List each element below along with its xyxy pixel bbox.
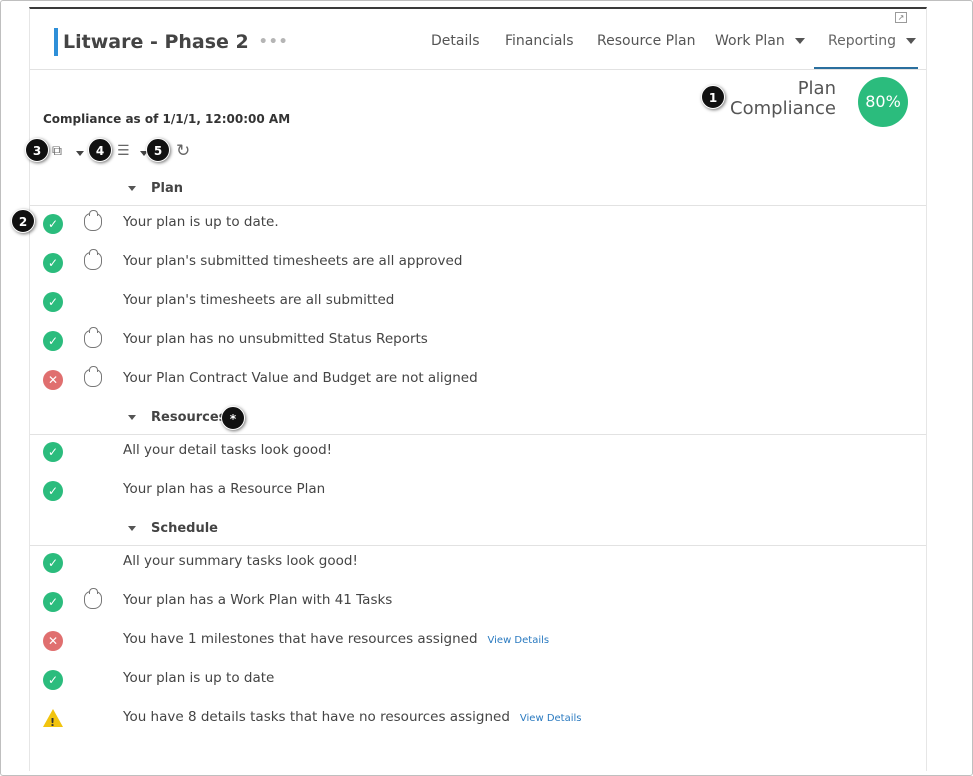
- shield-icon: [84, 249, 102, 270]
- check-row: ✓ All your summary tasks look good!: [30, 548, 926, 578]
- check-row: ✓ Your plan has a Resource Plan: [30, 476, 926, 506]
- error-circle-icon: ✕: [43, 631, 63, 651]
- compliance-percent-badge: 80%: [858, 77, 908, 127]
- section-label: Schedule: [151, 521, 218, 536]
- check-text: Your plan is up to date: [123, 670, 274, 686]
- check-row: ✓ Your plan's timesheets are all submitte…: [30, 287, 926, 317]
- check-circle-icon: ✓: [43, 553, 63, 573]
- check-row: ✓ Your plan is up to date: [30, 665, 926, 695]
- check-message: Your plan's timesheets are all submitted: [123, 292, 395, 308]
- check-text: You have 1 milestones that have resource…: [123, 631, 549, 647]
- tab-work-plan[interactable]: Work Plan: [715, 33, 805, 49]
- check-text: You have 8 details tasks that have no re…: [123, 709, 581, 725]
- section-plan[interactable]: Plan: [30, 177, 926, 206]
- copy-icon[interactable]: ⧉: [52, 143, 62, 159]
- check-text: Your Plan Contract Value and Budget are …: [123, 370, 478, 386]
- chevron-down-icon: [906, 38, 917, 44]
- app-window: ↗ Litware - Phase 2 ••• Details Financia…: [0, 0, 973, 776]
- shield-icon: [84, 327, 102, 348]
- section-label: Resources: [151, 410, 227, 425]
- check-message: All your summary tasks look good!: [123, 553, 358, 569]
- check-message: Your plan is up to date.: [123, 214, 279, 230]
- section-resources[interactable]: Resources: [30, 406, 926, 435]
- shield-icon: [84, 210, 102, 231]
- check-circle-icon: ✓: [43, 214, 63, 234]
- check-text: Your plan is up to date.: [123, 214, 279, 230]
- header-divider: [30, 69, 926, 70]
- check-row: ! You have 8 details tasks that have no r…: [30, 704, 926, 734]
- view-details-link[interactable]: View Details: [520, 713, 582, 724]
- check-circle-icon: ✓: [43, 253, 63, 273]
- tab-resource-plan[interactable]: Resource Plan: [597, 33, 695, 49]
- check-message: Your plan has a Work Plan with 41 Tasks: [123, 592, 393, 608]
- check-text: All your summary tasks look good!: [123, 553, 358, 569]
- check-message: You have 1 milestones that have resource…: [123, 631, 478, 647]
- check-row: ✓ All your detail tasks look good!: [30, 437, 926, 467]
- tab-details[interactable]: Details: [431, 33, 480, 49]
- check-circle-icon: ✓: [43, 481, 63, 501]
- shield-icon: [84, 366, 102, 387]
- plan-compliance-label: Plan Compliance: [730, 78, 836, 119]
- chevron-down-icon[interactable]: [76, 151, 84, 156]
- check-circle-icon: ✓: [43, 670, 63, 690]
- warning-triangle-icon: !: [43, 709, 63, 729]
- check-circle-icon: ✓: [43, 292, 63, 312]
- check-circle-icon: ✓: [43, 592, 63, 612]
- check-message: Your plan's submitted timesheets are all…: [123, 253, 463, 269]
- top-nav: Details Financials Resource Plan Work Pl…: [30, 33, 926, 69]
- section-schedule[interactable]: Schedule: [30, 517, 926, 546]
- compliance-as-of: Compliance as of 1/1/1, 12:00:00 AM: [43, 112, 291, 126]
- check-text: Your plan's timesheets are all submitted: [123, 292, 394, 308]
- check-text: Your plan's submitted timesheets are all…: [123, 253, 462, 269]
- refresh-icon[interactable]: ↻: [176, 141, 190, 161]
- tab-reporting[interactable]: Reporting: [828, 33, 917, 49]
- check-message: Your plan has no unsubmitted Status Repo…: [123, 331, 428, 347]
- check-circle-icon: ✓: [43, 331, 63, 351]
- view-details-link[interactable]: View Details: [488, 635, 550, 646]
- check-text: Your plan has no unsubmitted Status Repo…: [123, 331, 428, 347]
- tab-financials[interactable]: Financials: [505, 33, 574, 49]
- check-text: Your plan has a Resource Plan: [123, 481, 325, 497]
- check-text: Your plan has a Work Plan with 41 Tasks: [123, 592, 392, 608]
- section-label: Plan: [151, 181, 184, 196]
- check-circle-icon: ✓: [43, 442, 63, 462]
- check-row: ✕ Your Plan Contract Value and Budget are…: [30, 365, 926, 395]
- check-row: ✓ Your plan's submitted timesheets are al…: [30, 248, 926, 278]
- check-row: ✓ Your plan has a Work Plan with 41 Tasks: [30, 587, 926, 617]
- collapse-caret-icon[interactable]: [128, 186, 136, 191]
- callout-5: 5: [146, 138, 170, 162]
- chevron-down-icon: [794, 38, 805, 44]
- check-text: All your detail tasks look good!: [123, 442, 332, 458]
- callout-2: 2: [11, 209, 35, 233]
- callout-1: 1: [701, 85, 725, 109]
- callout-star: *: [221, 406, 245, 430]
- callout-4: 4: [88, 138, 112, 162]
- check-message: Your Plan Contract Value and Budget are …: [123, 370, 478, 386]
- error-circle-icon: ✕: [43, 370, 63, 390]
- check-row: ✓ Your plan has no unsubmitted Status Rep…: [30, 326, 926, 356]
- collapse-caret-icon[interactable]: [128, 526, 136, 531]
- check-row: ✓ Your plan is up to date.: [30, 209, 926, 239]
- check-message: All your detail tasks look good!: [123, 442, 333, 458]
- check-message: Your plan is up to date: [123, 670, 275, 686]
- list-filter-icon[interactable]: ☰: [117, 143, 130, 159]
- check-row: ✕ You have 1 milestones that have resourc…: [30, 626, 926, 656]
- popout-icon[interactable]: ↗: [895, 12, 907, 23]
- shield-icon: [84, 588, 102, 609]
- callout-3: 3: [25, 138, 49, 162]
- collapse-caret-icon[interactable]: [128, 415, 136, 420]
- compliance-panel: ↗ Litware - Phase 2 ••• Details Financia…: [11, 7, 927, 771]
- check-message: You have 8 details tasks that have no re…: [123, 709, 510, 725]
- check-message: Your plan has a Resource Plan: [123, 481, 326, 497]
